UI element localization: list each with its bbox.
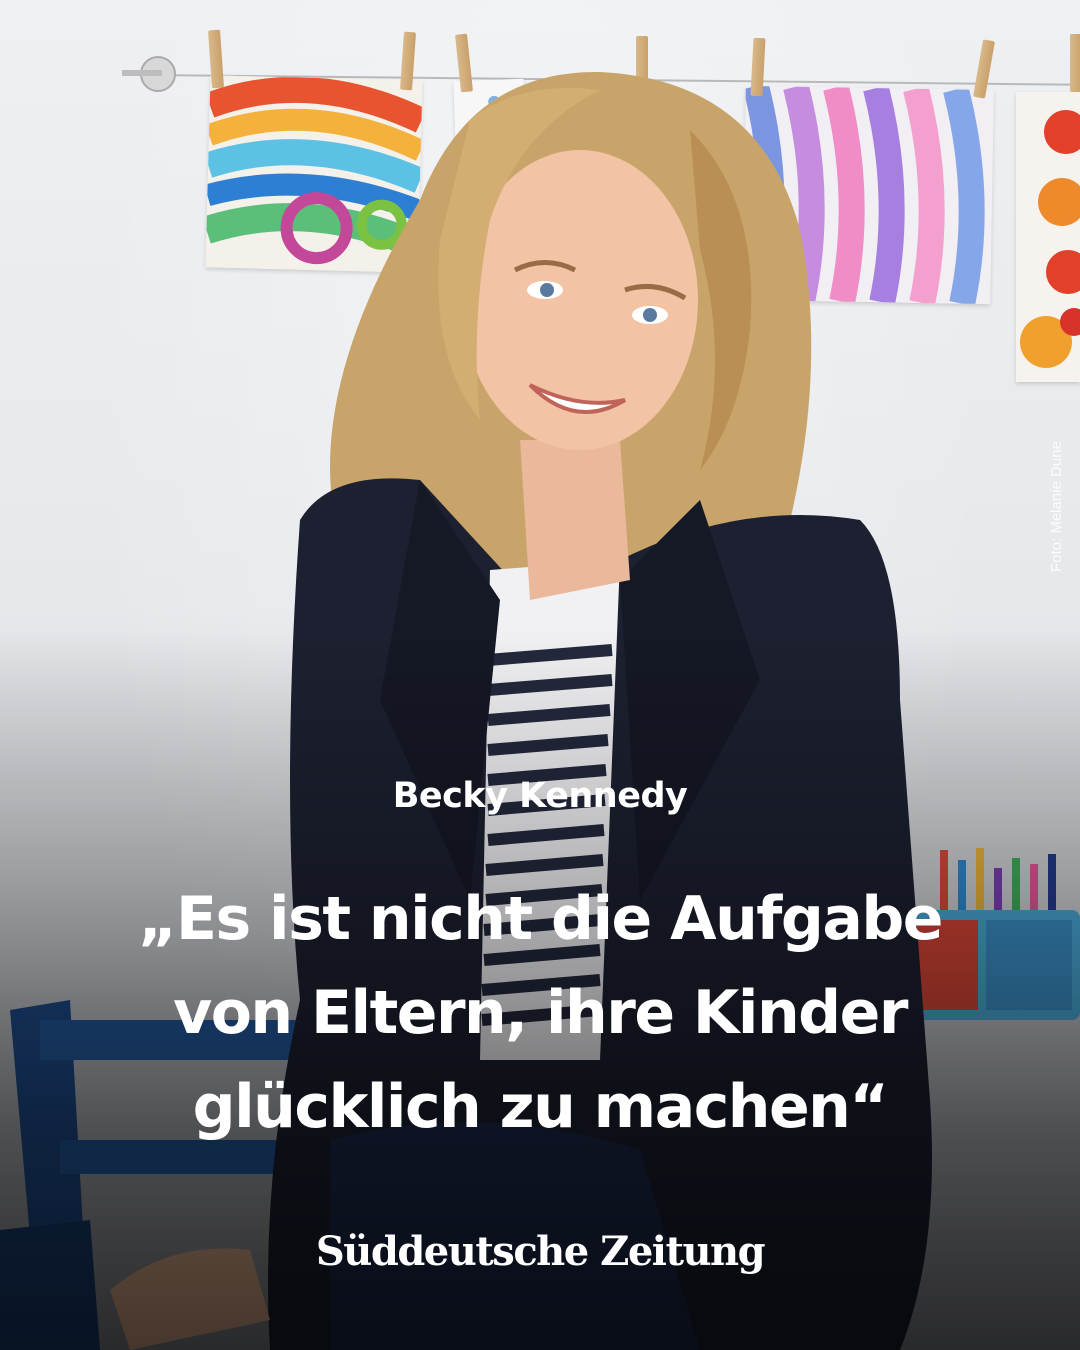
instagram-quote-post: Foto: Melanie Dune Becky Kennedy „Es ist… bbox=[0, 0, 1080, 1350]
brand-logo: Süddeutsche Zeitung bbox=[315, 1228, 766, 1275]
quote-line: von Eltern, ihre Kinder bbox=[173, 978, 908, 1048]
person-name: Becky Kennedy bbox=[392, 776, 688, 816]
quote-line: „Es ist nicht die Aufgabe bbox=[138, 884, 943, 954]
quote-text: „Es ist nicht die Aufgabe von Eltern, ih… bbox=[60, 872, 1020, 1154]
photo-credit: Foto: Melanie Dune bbox=[1048, 441, 1065, 572]
quote-line: glücklich zu machen“ bbox=[192, 1072, 889, 1142]
